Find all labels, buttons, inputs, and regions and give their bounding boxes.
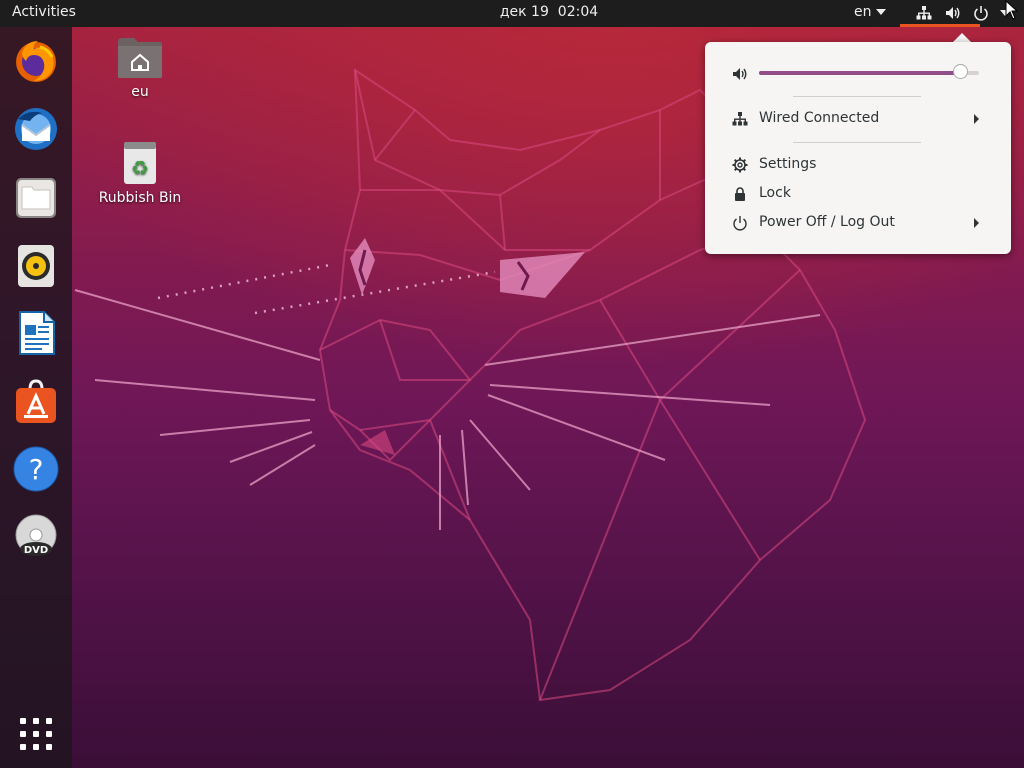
active-indicator-underline xyxy=(900,24,980,27)
menu-item-power-off[interactable]: Power Off / Log Out xyxy=(705,209,1011,237)
mouse-cursor-icon xyxy=(1005,0,1019,20)
language-label: en xyxy=(854,4,872,20)
power-icon xyxy=(733,216,747,231)
dock-item-help[interactable]: ? xyxy=(12,445,60,493)
desktop-icon-rubbish-bin[interactable]: ♻ Rubbish Bin xyxy=(90,140,190,206)
network-wired-icon xyxy=(732,112,748,126)
submenu-arrow-icon xyxy=(974,114,979,124)
menu-item-label: Lock xyxy=(759,185,791,201)
dock-item-dvd[interactable]: DVD xyxy=(12,513,60,561)
dock-item-thunderbird[interactable] xyxy=(12,105,60,153)
svg-text:DVD: DVD xyxy=(24,545,48,556)
gear-icon xyxy=(732,157,748,173)
libreoffice-writer-icon xyxy=(19,311,55,355)
volume-slider[interactable] xyxy=(759,64,985,82)
dock-item-firefox[interactable] xyxy=(12,37,60,85)
dock-item-files[interactable] xyxy=(12,173,60,221)
dock-item-libreoffice-writer[interactable] xyxy=(12,309,60,357)
date-text: дек 19 xyxy=(499,4,549,20)
time-text: 02:04 xyxy=(557,4,599,20)
menu-separator xyxy=(793,96,921,97)
activities-button[interactable]: Activities xyxy=(12,4,76,20)
home-folder-icon xyxy=(118,38,162,78)
dvd-icon: DVD xyxy=(15,514,57,556)
thunderbird-icon xyxy=(15,108,57,150)
show-applications-button[interactable] xyxy=(18,716,54,752)
help-icon: ? xyxy=(13,446,59,492)
power-icon xyxy=(974,6,988,21)
menu-item-wired-network[interactable]: Wired Connected xyxy=(705,105,1011,133)
top-bar: Activities дек 19 02:04 en xyxy=(0,0,1024,27)
rubbish-bin-icon: ♻ xyxy=(124,142,156,184)
lock-icon xyxy=(735,187,745,201)
dock-item-rhythmbox[interactable] xyxy=(12,241,60,289)
menu-item-label: Power Off / Log Out xyxy=(759,214,895,230)
system-menu: Wired Connected Settings Lock Power Off … xyxy=(705,42,1011,254)
volume-slider-fill xyxy=(759,71,961,75)
desktop-icon-home[interactable]: eu xyxy=(90,36,190,100)
menu-item-settings[interactable]: Settings xyxy=(705,151,1011,179)
desktop-icon-label: Rubbish Bin xyxy=(98,190,182,206)
dock: ? DVD xyxy=(0,27,72,768)
volume-slider-handle[interactable] xyxy=(953,64,968,79)
chevron-down-icon xyxy=(875,9,886,15)
menu-item-label: Wired Connected xyxy=(759,110,880,126)
menu-separator xyxy=(793,142,921,143)
ubuntu-software-icon xyxy=(16,379,56,423)
keyboard-language-indicator[interactable]: en xyxy=(854,4,886,20)
files-icon xyxy=(16,178,56,218)
dock-item-ubuntu-software[interactable] xyxy=(12,377,60,425)
speaker-volume-icon xyxy=(946,7,960,19)
menu-item-label: Settings xyxy=(759,156,817,172)
app-grid-icon xyxy=(20,718,52,750)
firefox-icon xyxy=(16,41,56,82)
clock-button[interactable]: дек 19 02:04 xyxy=(500,4,598,20)
desktop-icon-label: eu xyxy=(131,84,149,100)
speaker-volume-icon xyxy=(733,68,747,80)
submenu-arrow-icon xyxy=(974,218,979,228)
svg-text:?: ? xyxy=(29,453,44,486)
menu-item-lock[interactable]: Lock xyxy=(705,180,1011,208)
network-wired-icon xyxy=(916,6,932,20)
rhythmbox-icon xyxy=(18,245,54,287)
svg-text:♻: ♻ xyxy=(131,156,149,180)
